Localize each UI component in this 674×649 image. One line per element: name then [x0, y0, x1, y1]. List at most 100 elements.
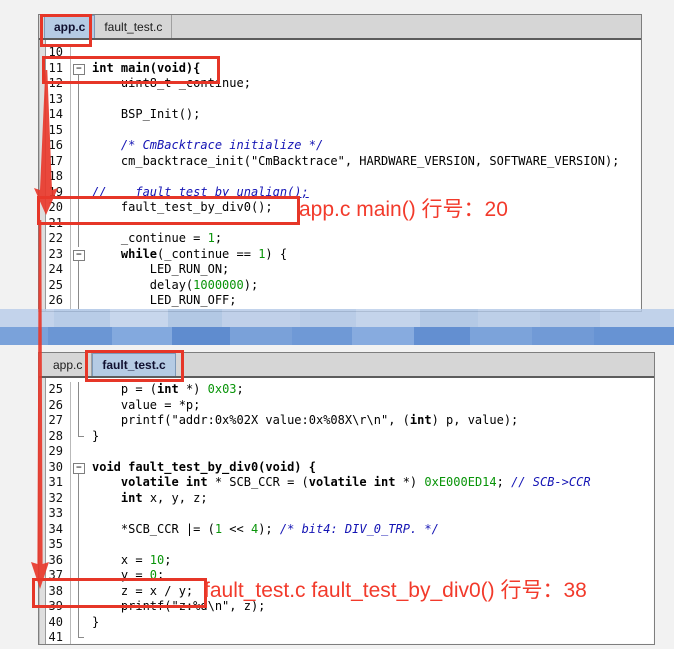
- fold-marker: [71, 599, 86, 615]
- code-text: volatile int * SCB_CCR = (volatile int *…: [86, 475, 591, 491]
- code-text: LED_RUN_ON;: [86, 262, 229, 278]
- fold-marker: [71, 491, 86, 507]
- tab-app-c[interactable]: app.c: [44, 353, 92, 376]
- code-text: printf("addr:0x%02X value:0x%08X\r\n", (…: [86, 413, 518, 429]
- line-number: 10: [39, 45, 71, 61]
- fold-marker: [71, 45, 86, 61]
- fold-marker: [71, 413, 86, 429]
- code-line[interactable]: 18: [39, 169, 641, 185]
- top-editor-panel: app.c fault_test.c 1011int main(void){12…: [38, 14, 642, 312]
- code-line[interactable]: 25 delay(1000000);: [39, 278, 641, 294]
- fold-marker: [71, 154, 86, 170]
- tab-fault-test-c[interactable]: fault_test.c: [95, 15, 172, 38]
- code-line[interactable]: 29: [39, 444, 654, 460]
- code-text: void fault_test_by_div0(void) {: [86, 460, 316, 476]
- code-text: // fault_test_by_unalign();: [86, 185, 309, 201]
- line-number: 27: [39, 413, 71, 429]
- annotation-label-line-20: app.c main() 行号：20: [299, 193, 508, 223]
- code-text: [86, 92, 92, 108]
- code-text: [86, 45, 92, 61]
- fold-marker: [71, 216, 86, 232]
- fold-marker: [71, 615, 86, 631]
- line-number: 36: [39, 553, 71, 569]
- annotation-label-line-38: fault_test.c fault_test_by_div0() 行号：38: [204, 574, 587, 604]
- fold-collapse-icon[interactable]: [71, 460, 86, 476]
- line-number: 24: [39, 262, 71, 278]
- code-line[interactable]: 27 printf("addr:0x%02X value:0x%08X\r\n"…: [39, 413, 654, 429]
- code-line[interactable]: 17 cm_backtrace_init("CmBacktrace", HARD…: [39, 154, 641, 170]
- code-line[interactable]: 13: [39, 92, 641, 108]
- code-line[interactable]: 35: [39, 537, 654, 553]
- code-line[interactable]: 10: [39, 45, 641, 61]
- line-number: 19: [39, 185, 71, 201]
- fold-marker: [71, 398, 86, 414]
- code-line[interactable]: 12 uint8_t _continue;: [39, 76, 641, 92]
- line-number: 38: [39, 584, 71, 600]
- code-line[interactable]: 16 /* CmBacktrace initialize */: [39, 138, 641, 154]
- code-line[interactable]: 34 *SCB_CCR |= (1 << 4); /* bit4: DIV_0_…: [39, 522, 654, 538]
- code-line[interactable]: 26 LED_RUN_OFF;: [39, 293, 641, 309]
- tab-app-c[interactable]: app.c: [44, 15, 95, 38]
- code-text: z = x / y;: [86, 584, 193, 600]
- code-line[interactable]: 40}: [39, 615, 654, 631]
- code-text: _continue = 1;: [86, 231, 222, 247]
- fold-marker: [71, 123, 86, 139]
- code-line[interactable]: 25 p = (int *) 0x03;: [39, 382, 654, 398]
- code-line[interactable]: 28}: [39, 429, 654, 445]
- fold-collapse-icon[interactable]: [71, 61, 86, 77]
- code-text: delay(1000000);: [86, 278, 258, 294]
- code-line[interactable]: 14 BSP_Init();: [39, 107, 641, 123]
- fold-marker: [71, 537, 86, 553]
- line-number: 13: [39, 92, 71, 108]
- fold-marker: [71, 553, 86, 569]
- fold-marker: [71, 522, 86, 538]
- fold-marker: [71, 584, 86, 600]
- code-text: [86, 630, 92, 644]
- fold-marker: [71, 138, 86, 154]
- line-number: 15: [39, 123, 71, 139]
- code-line[interactable]: 24 LED_RUN_ON;: [39, 262, 641, 278]
- fold-marker: [71, 444, 86, 460]
- code-text: [86, 506, 92, 522]
- mosaic-row: [0, 327, 674, 345]
- line-number: 17: [39, 154, 71, 170]
- code-line[interactable]: 15: [39, 123, 641, 139]
- code-text: int x, y, z;: [86, 491, 208, 507]
- code-line[interactable]: 11int main(void){: [39, 61, 641, 77]
- code-line[interactable]: 30void fault_test_by_div0(void) {: [39, 460, 654, 476]
- fold-marker: [71, 475, 86, 491]
- code-line[interactable]: 26 value = *p;: [39, 398, 654, 414]
- code-line[interactable]: 23 while(_continue == 1) {: [39, 247, 641, 263]
- line-number: 21: [39, 216, 71, 232]
- code-text: while(_continue == 1) {: [86, 247, 287, 263]
- tab-fault-test-c[interactable]: fault_test.c: [92, 353, 175, 376]
- line-number: 39: [39, 599, 71, 615]
- line-number: 40: [39, 615, 71, 631]
- line-number: 26: [39, 398, 71, 414]
- code-text: cm_backtrace_init("CmBacktrace", HARDWAR…: [86, 154, 619, 170]
- code-line[interactable]: 22 _continue = 1;: [39, 231, 641, 247]
- code-text: }: [86, 429, 99, 445]
- code-line[interactable]: 33: [39, 506, 654, 522]
- code-line[interactable]: 31 volatile int * SCB_CCR = (volatile in…: [39, 475, 654, 491]
- code-text: [86, 123, 92, 139]
- code-text: uint8_t _continue;: [86, 76, 251, 92]
- line-number: 26: [39, 293, 71, 309]
- fold-marker: [71, 506, 86, 522]
- bottom-code-area[interactable]: 25 p = (int *) 0x03;26 value = *p;27 pri…: [39, 378, 654, 644]
- fold-marker: [71, 231, 86, 247]
- blurred-separator-band: [0, 309, 674, 345]
- top-code-area[interactable]: 1011int main(void){12 uint8_t _continue;…: [39, 40, 641, 311]
- code-line[interactable]: 36 x = 10;: [39, 553, 654, 569]
- code-line[interactable]: 32 int x, y, z;: [39, 491, 654, 507]
- line-number: 16: [39, 138, 71, 154]
- fold-collapse-icon[interactable]: [71, 247, 86, 263]
- line-number: 12: [39, 76, 71, 92]
- code-text: LED_RUN_OFF;: [86, 293, 237, 309]
- line-number: 41: [39, 630, 71, 644]
- code-text: BSP_Init();: [86, 107, 200, 123]
- code-text: int main(void){: [86, 61, 200, 77]
- line-number: 20: [39, 200, 71, 216]
- line-number: 18: [39, 169, 71, 185]
- code-line[interactable]: 41: [39, 630, 654, 644]
